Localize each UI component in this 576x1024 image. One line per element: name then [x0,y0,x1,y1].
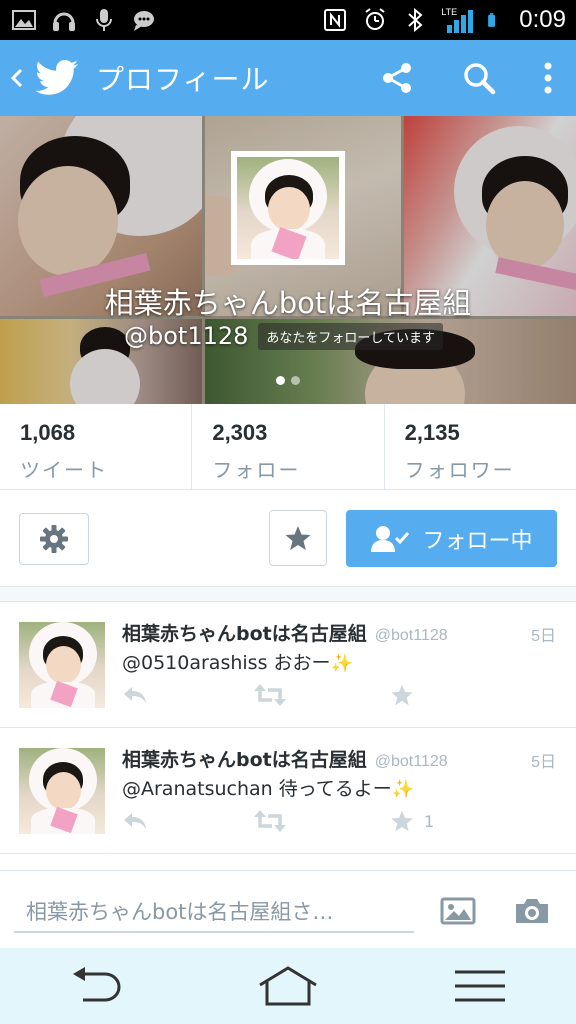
follows-you-badge: あなたをフォローしています [258,322,444,350]
app-bar: プロフィール [0,40,576,116]
profile-banner[interactable]: 相葉赤ちゃんbotは名古屋組 @bot1128 あなたをフォローしています [0,116,576,404]
section-divider [0,586,576,602]
tweet-timestamp: 5日 [531,754,556,771]
star-icon [391,684,413,706]
status-bar: LTE 0:09 [0,0,576,40]
reply-button[interactable] [122,808,148,834]
camera-icon[interactable] [510,891,554,931]
tweet-actions [122,682,452,708]
star-icon [285,526,311,550]
carousel-dot [291,376,300,385]
stat-label: ツイート [20,458,108,482]
tweet-header: 相葉赤ちゃんbotは名古屋組 @bot1128 [122,745,448,772]
mic-icon [96,9,112,31]
tweet-timestamp: 5日 [531,628,556,645]
stat-value: 2,135 [404,420,460,445]
profile-handle: @bot1128 [124,322,249,350]
profile-actions: フォロー中 [0,490,576,586]
stat-value: 2,303 [212,420,268,445]
stat-label: フォロワー [404,458,515,482]
more-vert-icon[interactable] [520,40,576,116]
tweet-avatar[interactable] [19,622,105,708]
tweet-author-handle: @bot1128 [374,753,448,770]
tweet-author-name[interactable]: 相葉赤ちゃんbotは名古屋組 [122,619,367,646]
carousel-dot [276,376,285,385]
tweet-author-name[interactable]: 相葉赤ちゃんbotは名古屋組 [122,745,367,772]
favorite-count: 1 [424,811,435,831]
star-icon [391,810,413,832]
stat-tweets[interactable]: 1,068 ツイート [0,404,193,489]
favorite-button[interactable] [269,510,327,566]
gear-icon [40,525,68,553]
chevron-left-icon[interactable] [4,40,30,116]
retweet-button[interactable] [254,682,286,708]
system-nav-bar [0,948,576,1024]
reply-icon [124,813,146,829]
app-bar-actions [356,40,576,116]
retweet-button[interactable] [254,808,286,834]
following-label: フォロー中 [422,528,533,554]
status-left-icons [10,7,158,33]
tweet-author-handle: @bot1128 [374,627,448,644]
favorite-tweet-button[interactable] [390,682,424,708]
app-screen: LTE 0:09 プロフィール 相葉赤ちゃんbotは名古屋組 @bot1128 … [0,0,576,1024]
tweet-text-row: @0510arashiss おおー✨ [122,648,353,675]
profile-avatar[interactable] [231,151,345,265]
profile-handle-row: @bot1128 あなたをフォローしています [124,322,444,350]
clock: 0:09 [519,6,566,33]
headphones-icon [53,12,75,31]
chat-icon [134,11,154,31]
carousel-indicator [276,376,300,385]
back-icon[interactable] [46,948,146,1024]
nfc-icon [324,9,347,31]
sparkles-emoji: ✨ [391,779,415,800]
share-icon[interactable] [356,40,438,116]
compose-input[interactable] [14,893,414,933]
page-title: プロフィール [96,63,270,96]
bluetooth-icon [408,7,423,33]
tweet-item[interactable]: 相葉赤ちゃんbotは名古屋組 @bot1128 5日 @0510arashiss… [0,602,576,728]
alarm-icon [365,8,385,30]
twitter-bird-icon[interactable] [34,58,80,98]
lte-signal-icon: LTE [441,7,475,33]
stat-label: フォロー [212,458,301,482]
stat-following[interactable]: 2,303 フォロー [192,404,385,489]
retweet-icon [254,810,286,832]
tweet-text-row: @Aranatsuchan 待ってるよー✨ [122,774,414,801]
tweet-avatar[interactable] [19,748,105,834]
reply-button[interactable] [122,682,148,708]
following-button[interactable]: フォロー中 [346,510,557,567]
search-icon[interactable] [438,40,520,116]
tweet-actions: 1 [122,808,452,834]
tweet-header: 相葉赤ちゃんbotは名古屋組 @bot1128 [122,619,448,646]
image-icon [12,10,36,30]
image-icon[interactable] [436,891,480,931]
favorite-tweet-button[interactable]: 1 [390,808,434,834]
tweet-item[interactable]: 相葉赤ちゃんbotは名古屋組 @bot1128 5日 @Aranatsuchan… [0,728,576,854]
reply-icon [124,687,146,703]
profile-stats: 1,068 ツイート 2,303 フォロー 2,135 フォロワー [0,404,576,490]
stat-value: 1,068 [20,420,76,445]
sparkles-emoji: ✨ [330,653,353,674]
compose-bar [0,870,576,948]
settings-button[interactable] [19,513,89,565]
profile-name: 相葉赤ちゃんbotは名古屋組 [104,286,472,320]
retweet-icon [254,684,286,706]
status-right-icons: LTE 0:09 [321,6,566,34]
user-check-icon [371,525,410,552]
stat-followers[interactable]: 2,135 フォロワー [385,404,576,489]
home-icon[interactable] [238,948,338,1024]
tweet-text: @Aranatsuchan 待ってるよー [122,778,392,800]
menu-icon[interactable] [430,948,530,1024]
battery-icon [488,13,496,27]
tweet-text: @0510arashiss おおー [122,652,331,674]
